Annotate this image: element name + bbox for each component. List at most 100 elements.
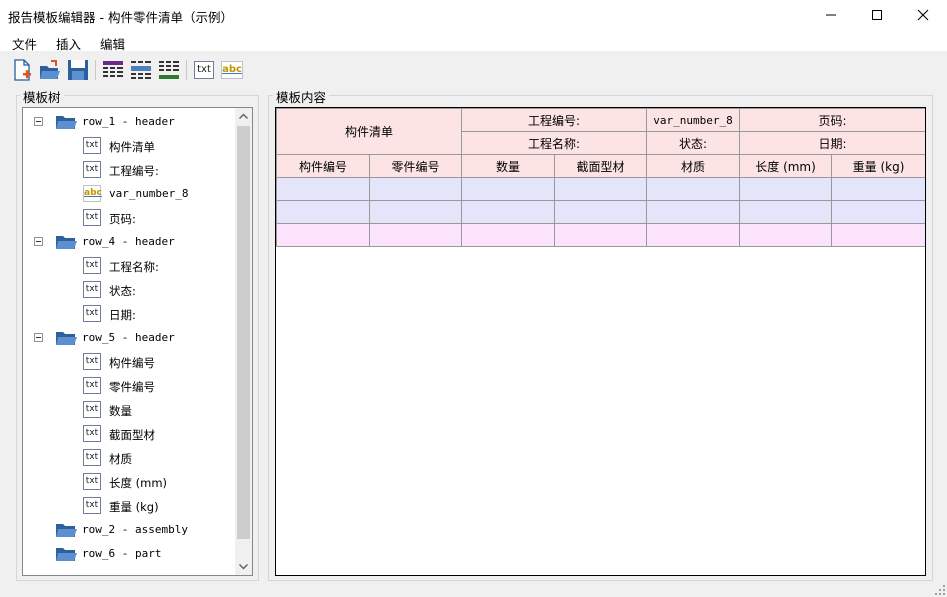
save-button[interactable] — [66, 58, 90, 82]
tree-leaf-label: 材质 — [109, 452, 132, 466]
tree-node-label: row_4 - header — [82, 235, 175, 248]
text-icon: txt — [83, 449, 101, 466]
maximize-button[interactable] — [854, 0, 900, 30]
column-header-cell[interactable]: 构件编号 — [276, 154, 370, 178]
toolbar: txt abc — [0, 54, 947, 86]
table-purple-icon — [103, 61, 123, 77]
collapse-icon[interactable] — [34, 333, 43, 342]
column-header-cell[interactable]: 材质 — [646, 154, 741, 178]
insert-variable-button[interactable]: abc — [220, 58, 244, 82]
assembly-cell[interactable] — [461, 200, 556, 224]
new-file-button[interactable] — [10, 58, 34, 82]
part-cell[interactable] — [646, 223, 741, 247]
scroll-down-button[interactable] — [235, 558, 252, 575]
tree-leaf[interactable]: txt 构件编号 — [23, 350, 235, 374]
tree-node[interactable]: row_6 - part — [23, 542, 235, 566]
column-header-cell[interactable]: 截面型材 — [554, 154, 648, 178]
assembly-cell[interactable] — [739, 177, 833, 201]
resize-grip-icon[interactable] — [935, 585, 945, 595]
assembly-row[interactable] — [276, 177, 925, 201]
part-cell[interactable] — [368, 223, 463, 247]
tree-leaf[interactable]: txt 日期: — [23, 302, 235, 326]
insert-assembly-table-button[interactable] — [129, 58, 153, 82]
tree-leaf[interactable]: abc var_number_8 — [23, 182, 235, 206]
title-bar: 报告模板编辑器 - 构件零件清单（示例） — [0, 0, 947, 30]
tree-node[interactable]: row_4 - header — [23, 230, 235, 254]
part-cell[interactable] — [739, 223, 833, 247]
tree-leaf[interactable]: txt 截面型材 — [23, 422, 235, 446]
menu-file[interactable]: 文件 — [12, 34, 37, 53]
tree-leaf[interactable]: txt 长度 (mm) — [23, 470, 235, 494]
status-label-cell[interactable]: 状态: — [646, 131, 741, 155]
assembly-cell[interactable] — [368, 177, 463, 201]
tree-leaf[interactable]: txt 材质 — [23, 446, 235, 470]
tree-leaf[interactable]: txt 页码: — [23, 206, 235, 230]
assembly-cell[interactable] — [461, 177, 556, 201]
folder-open-icon — [55, 522, 77, 538]
part-row[interactable] — [276, 223, 925, 247]
close-button[interactable] — [900, 0, 946, 30]
assembly-cell[interactable] — [554, 177, 648, 201]
collapse-icon[interactable] — [34, 237, 43, 246]
assembly-cell[interactable] — [739, 200, 833, 224]
project-name-label-cell[interactable]: 工程名称: — [461, 131, 648, 155]
column-header-cell[interactable]: 长度 (mm) — [739, 154, 833, 178]
assembly-cell[interactable] — [831, 177, 925, 201]
template-canvas[interactable]: 构件清单 工程编号: var_number_8 页码: 工程名称: 状态: 日期… — [275, 107, 926, 576]
text-icon: txt — [83, 209, 101, 226]
assembly-row[interactable] — [276, 200, 925, 224]
project-no-var-cell[interactable]: var_number_8 — [646, 108, 741, 132]
tree-node[interactable]: row_5 - header — [23, 326, 235, 350]
assembly-cell[interactable] — [554, 200, 648, 224]
part-cell[interactable] — [554, 223, 648, 247]
table-blue-icon — [131, 61, 151, 79]
tree-leaf-label: 构件编号 — [109, 356, 155, 370]
project-no-label-cell[interactable]: 工程编号: — [461, 108, 648, 132]
tree-leaf[interactable]: txt 重量 (kg) — [23, 494, 235, 518]
menu-insert[interactable]: 插入 — [56, 34, 81, 53]
tree-leaf-label: 工程名称: — [109, 260, 159, 274]
assembly-cell[interactable] — [276, 200, 370, 224]
header-row-5: 构件编号 零件编号 数量 截面型材 材质 长度 (mm) 重量 (kg) — [276, 154, 925, 178]
window-title: 报告模板编辑器 - 构件零件清单（示例） — [8, 10, 233, 25]
scroll-thumb[interactable] — [237, 126, 250, 539]
insert-text-button[interactable]: txt — [192, 58, 216, 82]
collapse-icon[interactable] — [34, 117, 43, 126]
tree-leaf[interactable]: txt 构件清单 — [23, 134, 235, 158]
page-label-cell[interactable]: 页码: — [739, 108, 925, 132]
tree-leaf[interactable]: txt 状态: — [23, 278, 235, 302]
date-label-cell[interactable]: 日期: — [739, 131, 925, 155]
tree-node[interactable]: row_2 - assembly — [23, 518, 235, 542]
assembly-cell[interactable] — [831, 200, 925, 224]
new-file-icon — [14, 59, 31, 81]
scroll-up-button[interactable] — [235, 108, 252, 125]
column-header-cell[interactable]: 数量 — [461, 154, 556, 178]
chevron-down-icon — [239, 564, 248, 570]
tree-scrollbar[interactable] — [235, 108, 252, 575]
tree-leaf[interactable]: txt 工程名称: — [23, 254, 235, 278]
assembly-cell[interactable] — [646, 200, 741, 224]
insert-header-table-button[interactable] — [101, 58, 125, 82]
assembly-cell[interactable] — [368, 200, 463, 224]
part-cell[interactable] — [276, 223, 370, 247]
content-group-title: 模板内容 — [273, 87, 330, 106]
text-icon: txt — [83, 305, 101, 322]
minimize-button[interactable] — [808, 0, 854, 30]
part-cell[interactable] — [831, 223, 925, 247]
open-button[interactable] — [38, 58, 62, 82]
tree-node[interactable]: row_1 - header — [23, 110, 235, 134]
part-cell[interactable] — [461, 223, 556, 247]
assembly-cell[interactable] — [276, 177, 370, 201]
text-icon: txt — [83, 353, 101, 370]
title-cell[interactable]: 构件清单 — [276, 108, 463, 155]
tree-leaf[interactable]: txt 工程编号: — [23, 158, 235, 182]
tree-leaf[interactable]: txt 数量 — [23, 398, 235, 422]
template-tree[interactable]: row_1 - header txt 构件清单 txt 工程编号: abc var_numb… — [22, 107, 253, 576]
menu-edit[interactable]: 编辑 — [100, 34, 125, 53]
column-header-cell[interactable]: 重量 (kg) — [831, 154, 925, 178]
tree-leaf-label: 长度 (mm) — [109, 476, 168, 490]
insert-part-table-button[interactable] — [157, 58, 181, 82]
assembly-cell[interactable] — [646, 177, 741, 201]
column-header-cell[interactable]: 零件编号 — [368, 154, 463, 178]
tree-leaf[interactable]: txt 零件编号 — [23, 374, 235, 398]
